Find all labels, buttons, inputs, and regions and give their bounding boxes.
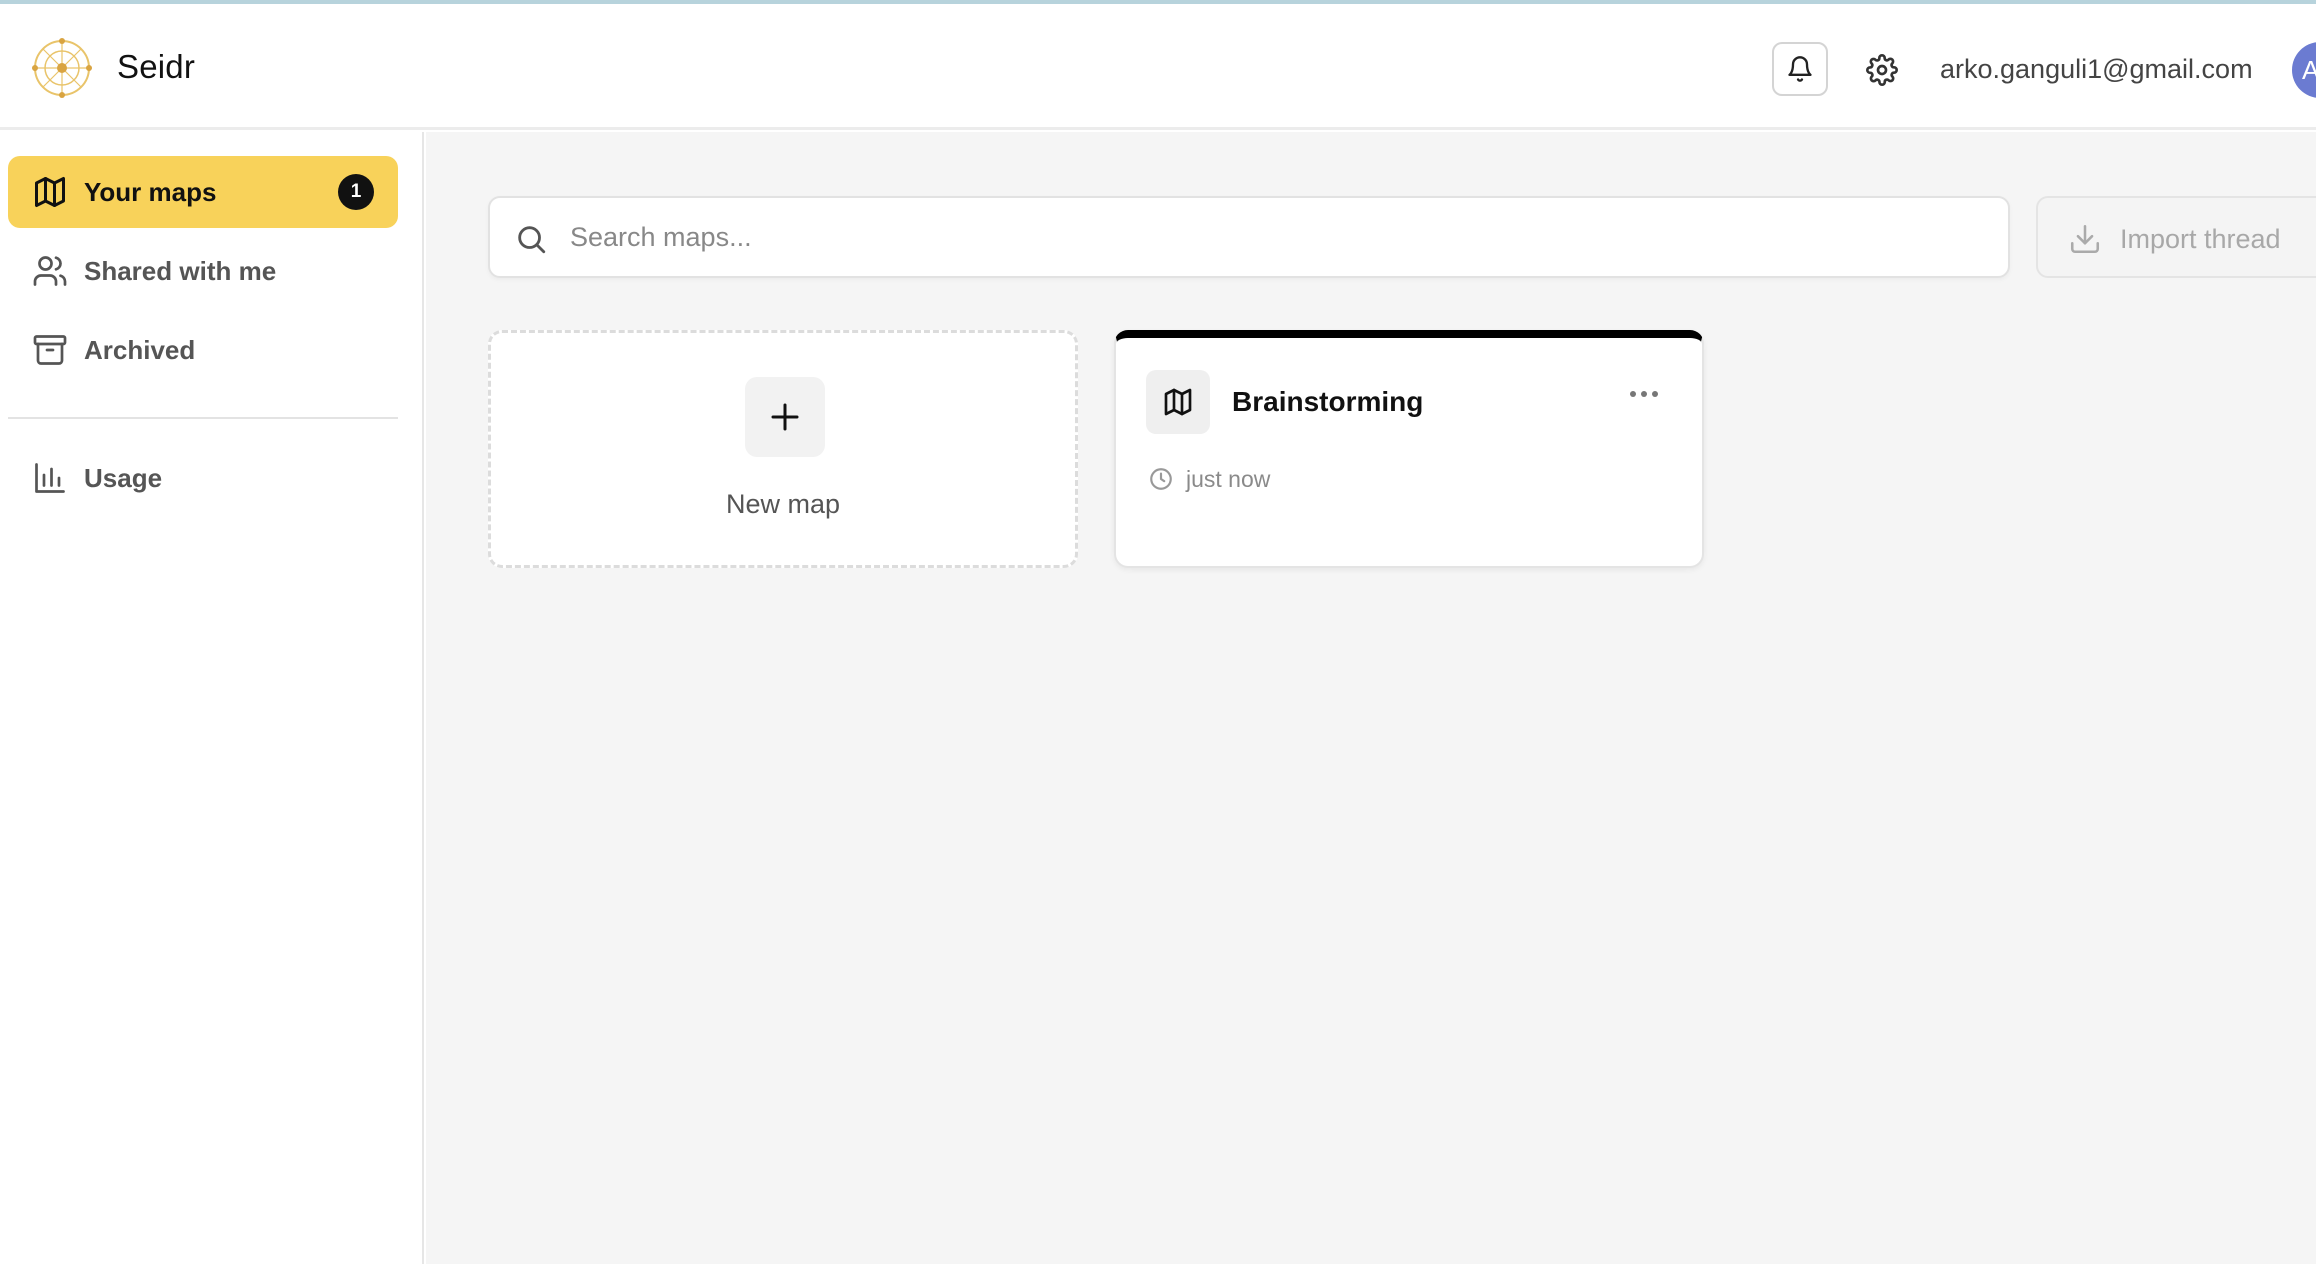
new-map-label: New map	[725, 489, 841, 519]
sidebar-item-usage[interactable]: Usage	[8, 442, 398, 514]
sidebar: Your maps 1 Shared with me Archived Usag…	[0, 132, 424, 1264]
import-thread-button[interactable]: Import thread	[2036, 196, 2316, 278]
sidebar-item-label: Usage	[84, 462, 163, 493]
plus-icon	[771, 403, 799, 431]
app-header: Seidr arko.ganguli1@gmail.com A	[0, 4, 2316, 130]
avatar[interactable]: A	[2292, 42, 2316, 98]
sidebar-item-shared-with-me[interactable]: Shared with me	[8, 235, 398, 307]
import-thread-label: Import thread	[2120, 224, 2281, 254]
notifications-button[interactable]	[1772, 42, 1828, 96]
map-icon	[35, 177, 65, 207]
main-content: Import thread New map Brainstorming just…	[426, 132, 2316, 1264]
archive-icon	[33, 335, 67, 365]
sidebar-item-archived[interactable]: Archived	[8, 314, 398, 386]
new-map-card[interactable]: New map	[488, 330, 1078, 568]
app-title[interactable]: Seidr	[117, 48, 195, 86]
users-icon	[33, 256, 67, 286]
sidebar-item-label: Shared with me	[84, 255, 277, 286]
bar-chart-icon	[35, 463, 65, 493]
map-title[interactable]: Brainstorming	[1232, 386, 1423, 418]
user-email[interactable]: arko.ganguli1@gmail.com	[1940, 54, 2253, 85]
import-icon	[2070, 224, 2100, 254]
search-icon	[518, 226, 546, 254]
new-map-button[interactable]	[745, 377, 825, 457]
sidebar-divider	[8, 417, 398, 419]
sidebar-item-label: Your maps	[84, 176, 217, 207]
map-updated-time: just now	[1186, 466, 1271, 492]
map-icon	[1164, 388, 1192, 416]
map-options-button[interactable]	[1624, 382, 1664, 406]
bell-icon	[1788, 56, 1812, 82]
map-card[interactable]: Brainstorming just now	[1114, 330, 1704, 568]
map-card-icon-box	[1146, 370, 1210, 434]
sidebar-item-your-maps[interactable]: Your maps 1	[8, 156, 398, 228]
gear-icon	[1866, 54, 1898, 86]
seidr-logo-icon[interactable]	[30, 36, 94, 100]
count-badge: 1	[338, 174, 374, 210]
clock-icon	[1150, 468, 1172, 490]
settings-button[interactable]	[1860, 48, 1904, 92]
more-horizontal-icon	[1630, 391, 1658, 397]
search-input[interactable]	[570, 214, 1970, 260]
search-bar[interactable]	[488, 196, 2010, 278]
sidebar-item-label: Archived	[84, 334, 196, 365]
